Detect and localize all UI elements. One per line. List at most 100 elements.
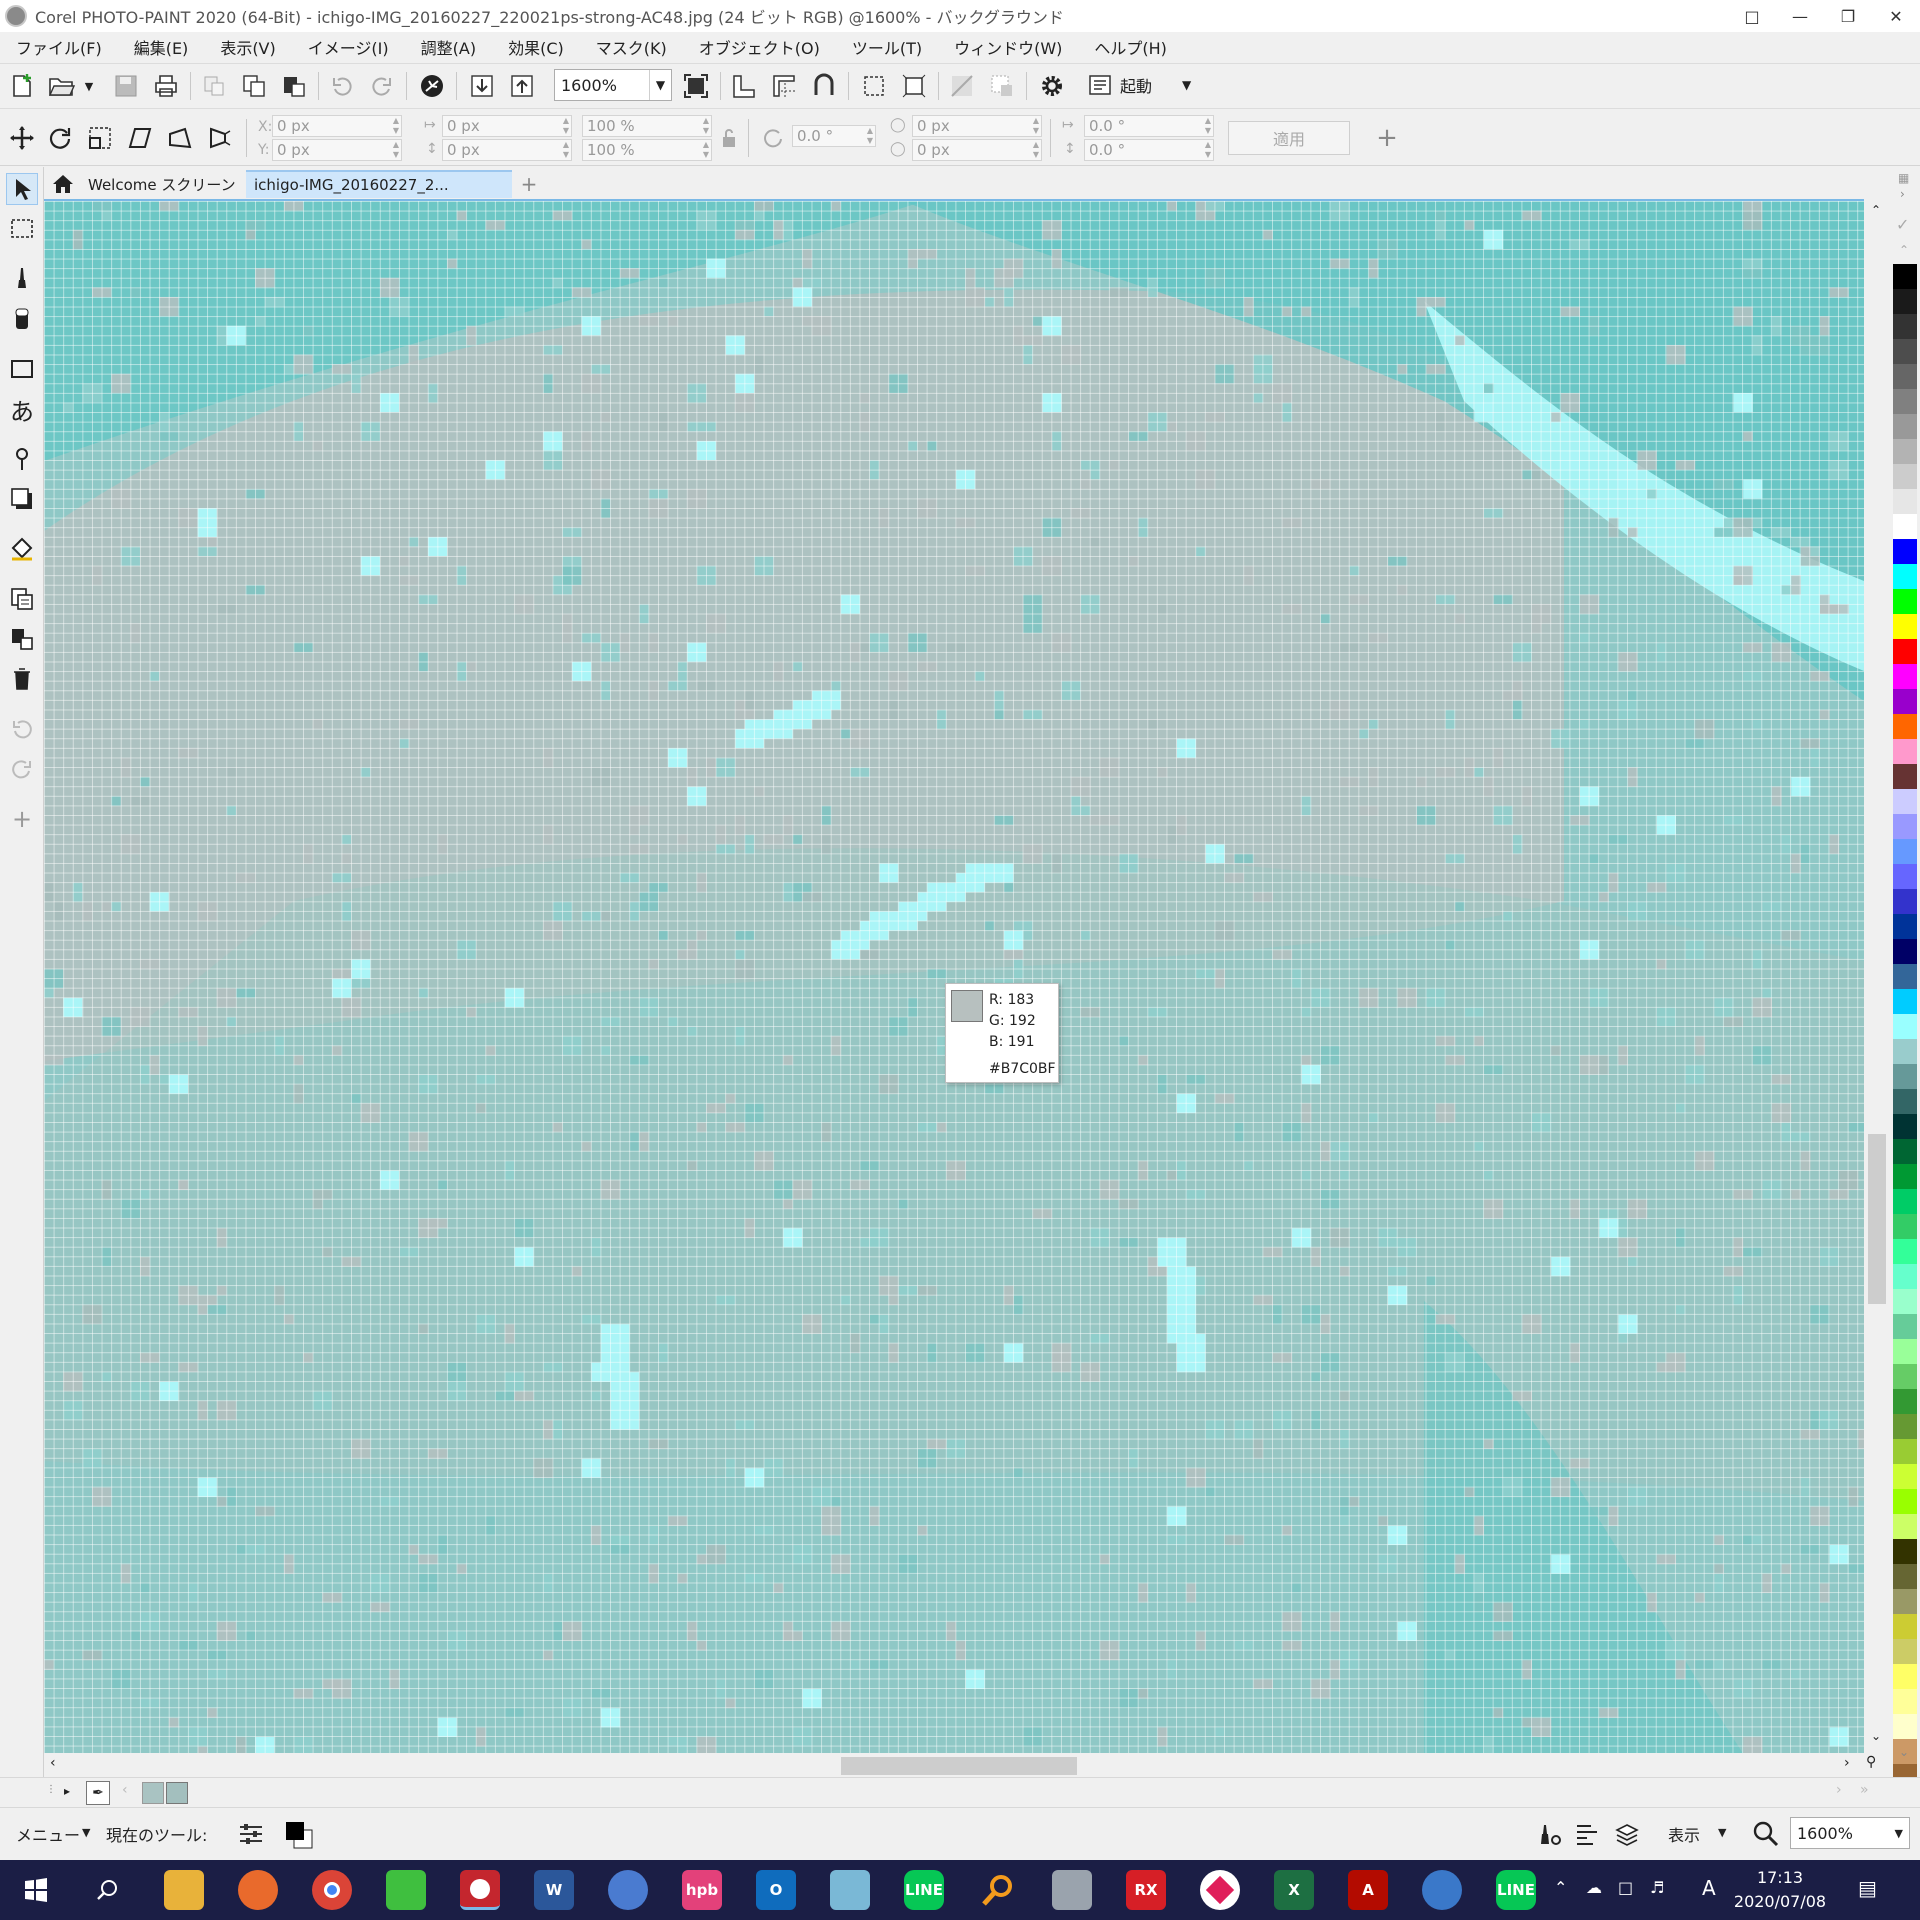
delete-icon[interactable] [6, 663, 38, 695]
save-icon[interactable] [110, 70, 142, 102]
menu-edit[interactable]: 編集(E) [124, 35, 199, 59]
scale-tool-icon[interactable] [84, 122, 116, 154]
object-properties-icon[interactable] [6, 583, 38, 615]
search-icon[interactable] [88, 1870, 128, 1910]
line-icon[interactable]: LINE [904, 1870, 944, 1910]
guidelines-icon[interactable] [768, 70, 800, 102]
network-icon[interactable]: □ [1618, 1878, 1633, 1897]
tab-image[interactable]: ichigo-IMG_20160227_2... [246, 170, 512, 198]
palette-swatch[interactable] [1893, 814, 1917, 839]
menu-mask[interactable]: マスク(K) [586, 35, 677, 59]
document-color-1[interactable] [142, 1782, 164, 1804]
palette-swatch[interactable] [1893, 539, 1917, 564]
excel-icon[interactable]: X [1274, 1870, 1314, 1910]
undo-icon[interactable] [326, 70, 358, 102]
palette-swatch[interactable] [1893, 839, 1917, 864]
launch-dropdown-icon[interactable]: ▼ [1182, 78, 1191, 92]
zoom-navigator-icon[interactable]: ⚲ [1866, 1754, 1876, 1770]
zoom-icon[interactable] [1752, 1820, 1780, 1848]
palette-swatch[interactable] [1893, 389, 1917, 414]
document-color-2[interactable] [166, 1782, 188, 1804]
position-y-field[interactable]: 0 px ▲ ▼ [272, 139, 402, 161]
shadow-tool-icon[interactable] [6, 483, 38, 515]
file-explorer-icon[interactable] [164, 1870, 204, 1910]
palette-swatch[interactable] [1893, 1389, 1917, 1414]
volume-icon[interactable]: ♬ [1650, 1878, 1664, 1897]
palette-swatch[interactable] [1893, 1664, 1917, 1689]
layers-icon[interactable] [1614, 1822, 1640, 1848]
palette-swatch[interactable] [1893, 289, 1917, 314]
palette-swatch[interactable] [1893, 939, 1917, 964]
firefox-icon[interactable] [238, 1870, 278, 1910]
add-property-icon[interactable]: + [1372, 123, 1402, 153]
strip-expand-icon[interactable]: ▸ [64, 1784, 70, 1798]
mask-status-icon[interactable] [1536, 1822, 1562, 1848]
palette-swatch[interactable] [1893, 364, 1917, 389]
effect-tool-icon[interactable] [6, 443, 38, 475]
browser-icon[interactable] [608, 1870, 648, 1910]
outlook-icon[interactable]: O [756, 1870, 796, 1910]
copy-icon[interactable] [238, 70, 270, 102]
launch-menu[interactable]: 起動 ▼ [1088, 69, 1191, 101]
strip-end-icon[interactable]: » [1860, 1782, 1869, 1798]
status-menu-dropdown-icon[interactable]: ▼ [82, 1826, 90, 1839]
toolbox-redo-icon[interactable] [6, 753, 38, 785]
snap-icon[interactable] [808, 70, 840, 102]
mask-tool-icon[interactable] [6, 213, 38, 245]
photo-paint-icon[interactable] [460, 1870, 500, 1910]
status-zoom-combo[interactable]: 1600% ▼ [1790, 1817, 1910, 1849]
palette-swatch[interactable] [1893, 1314, 1917, 1339]
search-tool-icon[interactable] [978, 1870, 1018, 1910]
palette-swatch[interactable] [1893, 1364, 1917, 1389]
palette-swatch[interactable] [1893, 564, 1917, 589]
brush-tool-icon[interactable] [6, 263, 38, 295]
slack-icon[interactable] [1200, 1870, 1240, 1910]
palette-scroll-down-icon[interactable]: ⌄ [1899, 1745, 1909, 1759]
menu-object[interactable]: オブジェクト(O) [689, 35, 830, 59]
open-folder-icon[interactable] [46, 70, 78, 102]
scroll-left-icon[interactable]: ‹ [50, 1755, 56, 1771]
palette-swatch[interactable] [1893, 764, 1917, 789]
tab-welcome[interactable]: Welcome スクリーン [44, 170, 242, 198]
line-2-icon[interactable]: LINE [1496, 1870, 1536, 1910]
strip-scroll-left-icon[interactable]: ‹ [122, 1782, 128, 1798]
text-tool-icon[interactable]: あ [6, 393, 38, 426]
menu-adjust[interactable]: 調整(A) [411, 35, 486, 59]
skew-v-field[interactable]: 0.0 ° ▲ ▼ [1084, 139, 1214, 161]
new-document-icon[interactable] [6, 70, 38, 102]
perspective-tool-icon[interactable] [204, 122, 236, 154]
vertical-scroll-thumb[interactable] [1868, 1134, 1886, 1304]
palette-swatch[interactable] [1893, 1289, 1917, 1314]
palette-swatch[interactable] [1893, 739, 1917, 764]
palette-swatch[interactable] [1893, 714, 1917, 739]
palette-swatch[interactable] [1893, 414, 1917, 439]
palette-swatch[interactable] [1893, 314, 1917, 339]
scanner-icon[interactable] [1052, 1870, 1092, 1910]
object-marquee-icon[interactable] [946, 70, 978, 102]
position-x-field[interactable]: 0 px ▲ ▼ [272, 115, 402, 137]
palette-swatch[interactable] [1893, 589, 1917, 614]
palette-swatch[interactable] [1893, 1464, 1917, 1489]
palette-swatch[interactable] [1893, 1514, 1917, 1539]
palette-swatch[interactable] [1893, 514, 1917, 539]
tray-overflow-icon[interactable]: ⌃ [1554, 1878, 1567, 1897]
palette-swatch[interactable] [1893, 1139, 1917, 1164]
status-menu-label[interactable]: メニュー [16, 1822, 80, 1846]
scroll-up-icon[interactable]: ⌃ [1871, 203, 1881, 217]
rectangle-tool-icon[interactable] [6, 353, 38, 385]
palette-swatch[interactable] [1893, 889, 1917, 914]
minimize-button[interactable]: — [1776, 0, 1824, 32]
horizontal-scrollbar[interactable]: ‹ › ⚲ [44, 1753, 1890, 1777]
scroll-down-icon[interactable]: ⌄ [1871, 1729, 1881, 1743]
palette-swatch[interactable] [1893, 1689, 1917, 1714]
palette-swatch[interactable] [1893, 1439, 1917, 1464]
close-button[interactable]: ✕ [1872, 0, 1920, 32]
skew-h-field[interactable]: 0.0 ° ▲ ▼ [1084, 115, 1214, 137]
menu-tools[interactable]: ツール(T) [842, 35, 932, 59]
tool-settings-icon[interactable] [238, 1822, 264, 1846]
center-y-field[interactable]: 0 px ▲ ▼ [912, 139, 1042, 161]
mask-marquee-icon[interactable] [898, 70, 930, 102]
palette-swatch[interactable] [1893, 1239, 1917, 1264]
palette-swatch[interactable] [1893, 964, 1917, 989]
apply-button[interactable]: 適用 [1228, 121, 1350, 155]
